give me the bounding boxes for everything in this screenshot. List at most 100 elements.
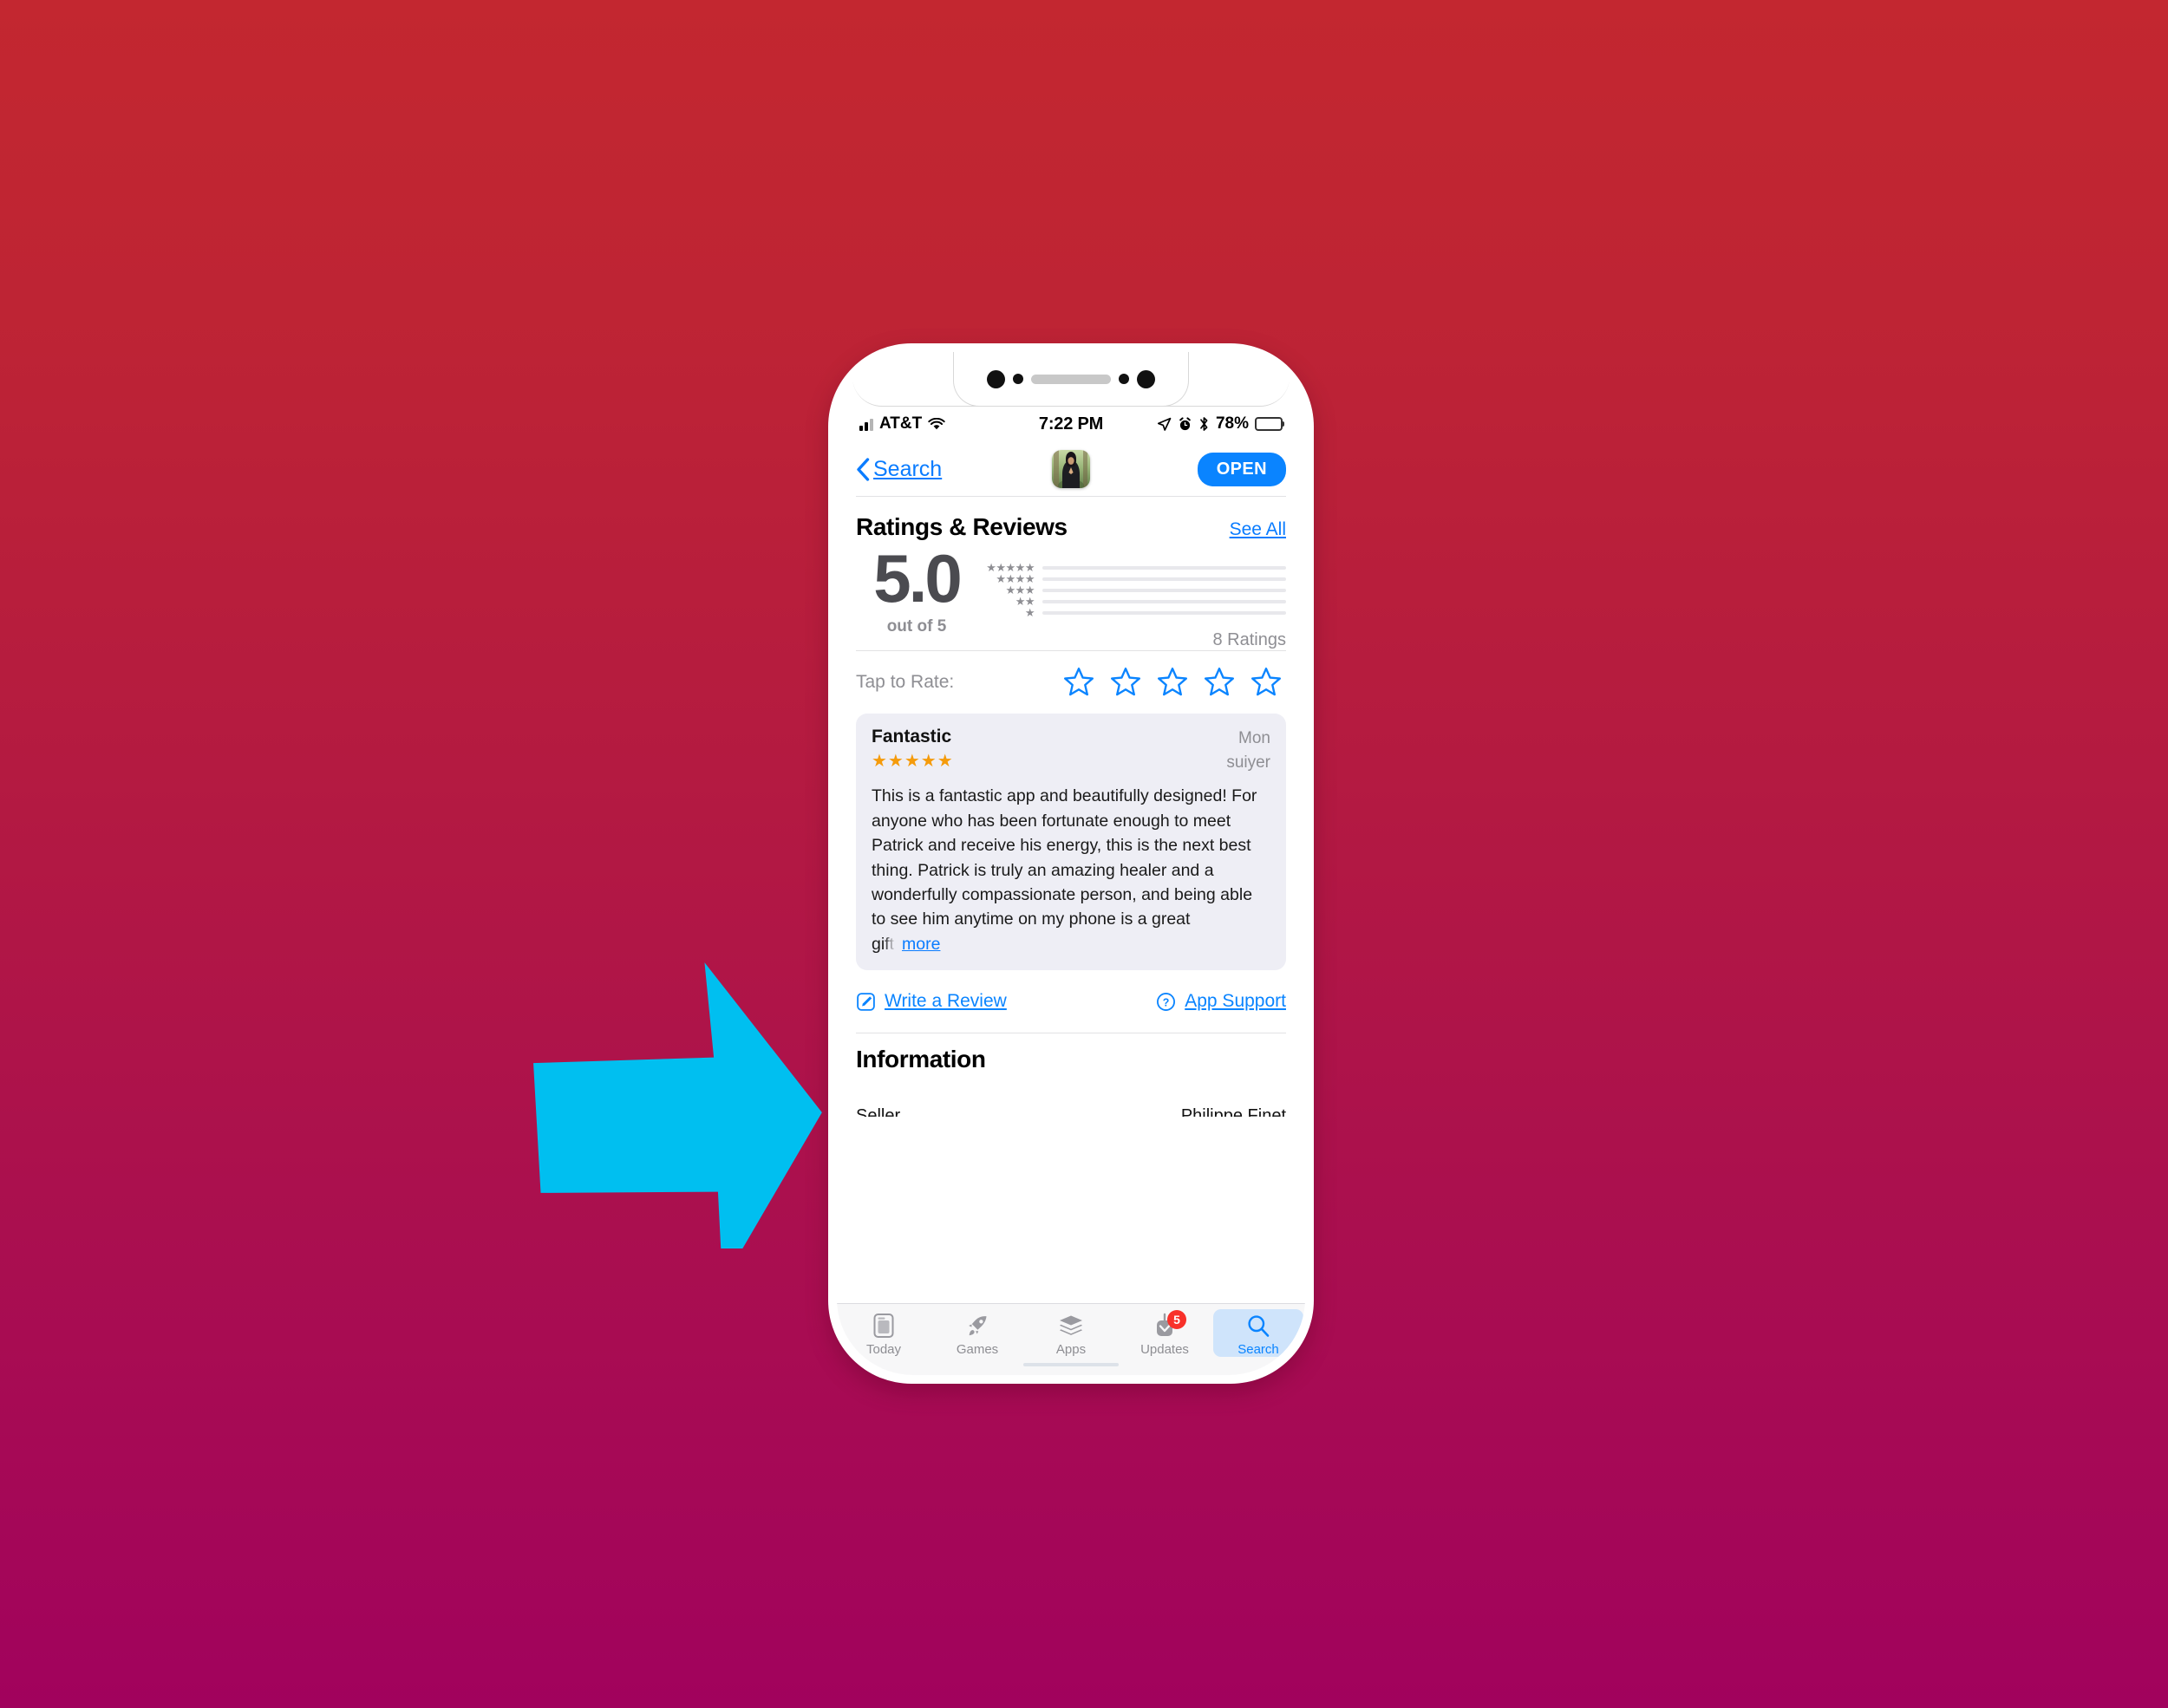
review-more-link[interactable]: more — [902, 932, 940, 956]
histogram-row: ★★ — [977, 596, 1286, 607]
carrier-label: AT&T — [879, 414, 923, 433]
phone-bezel: AT&T 7:22 PM 78% Search OPEN Ratings & R… — [837, 352, 1305, 1375]
histogram-stars: ★ — [1024, 606, 1035, 619]
arrow-shape — [533, 962, 822, 1248]
histogram-track — [1042, 599, 1286, 603]
review-title: Fantastic — [872, 727, 952, 746]
review-star-rating: ★★★★★ — [872, 752, 954, 771]
tab-apps[interactable]: Apps — [1026, 1309, 1116, 1357]
review-header: Fantastic ★★★★★ Mon suiyer — [872, 727, 1270, 774]
ratings-section-title: Ratings & Reviews — [856, 513, 1068, 540]
app-store-nav-bar: Search OPEN — [837, 442, 1305, 496]
ratings-header: Ratings & Reviews See All — [856, 513, 1286, 541]
tab-games-label: Games — [956, 1342, 999, 1357]
review-author: suiyer — [1226, 753, 1270, 772]
iphone-device-frame: AT&T 7:22 PM 78% Search OPEN Ratings & R… — [828, 343, 1314, 1384]
tab-today[interactable]: Today — [839, 1309, 929, 1357]
histogram-track — [1042, 577, 1286, 581]
cellular-signal-icon — [859, 418, 873, 431]
write-a-review-label: Write a Review — [885, 991, 1007, 1012]
histogram-track — [1042, 565, 1286, 570]
bluetooth-icon — [1200, 417, 1208, 431]
rate-star-4-icon[interactable] — [1203, 666, 1236, 699]
review-actions-row: Write a Review ? App Support — [856, 970, 1286, 1033]
histogram-row: ★ — [977, 607, 1286, 618]
battery-icon — [1255, 417, 1284, 431]
notch — [953, 352, 1189, 407]
information-row-seller: Seller Philippe Finet — [856, 1106, 1286, 1117]
open-button[interactable]: OPEN — [1197, 452, 1286, 486]
review-card[interactable]: Fantastic ★★★★★ Mon suiyer This is a fan… — [856, 714, 1286, 971]
location-arrow-icon — [1157, 417, 1172, 431]
review-title-block: Fantastic ★★★★★ — [872, 727, 954, 772]
review-meta: Mon suiyer — [1226, 727, 1270, 774]
tab-updates[interactable]: 5 Updates — [1120, 1309, 1210, 1357]
magnifier-icon — [1246, 1313, 1270, 1339]
camera-dot-icon — [987, 369, 1005, 388]
tab-apps-label: Apps — [1055, 1342, 1087, 1357]
review-date: Mon — [1238, 729, 1270, 747]
today-card-icon — [872, 1313, 895, 1339]
alarm-clock-icon — [1179, 416, 1191, 430]
earpiece-speaker — [1031, 374, 1111, 384]
stack-layers-icon — [1058, 1313, 1084, 1339]
chevron-left-icon — [857, 457, 870, 481]
app-support-button[interactable]: ? App Support — [1156, 991, 1286, 1012]
compose-icon — [857, 993, 875, 1011]
tap-to-rate-label: Tap to Rate: — [856, 672, 955, 692]
tap-to-rate-row: Tap to Rate: — [856, 651, 1286, 714]
information-row-label: Seller — [856, 1106, 901, 1118]
ratings-summary: 5.0 out of 5 ★★★★★ ★★★★ ★★★ ★★ ★ 8 Ratin… — [856, 540, 1286, 650]
battery-percent-label: 78% — [1215, 414, 1249, 433]
tab-search-label: Search — [1237, 1342, 1279, 1357]
rocket-icon — [965, 1313, 989, 1339]
review-body-text: This is a fantastic app and beautifully … — [872, 786, 1257, 929]
status-bar-clock: 7:22 PM — [1038, 414, 1104, 434]
see-all-link[interactable]: See All — [1230, 519, 1286, 540]
tab-updates-label: Updates — [1140, 1342, 1189, 1357]
rate-star-3-icon[interactable] — [1156, 666, 1189, 699]
rating-histogram: ★★★★★ ★★★★ ★★★ ★★ ★ 8 Ratings — [977, 546, 1286, 650]
review-body-last-line: gift more — [872, 932, 1270, 956]
sensor-dot-icon — [1013, 374, 1023, 384]
information-row-value: Philippe Finet — [1180, 1106, 1286, 1118]
status-bar-right: 78% — [1103, 414, 1284, 434]
app-icon-artwork — [1052, 450, 1090, 488]
rate-star-2-icon[interactable] — [1109, 666, 1142, 699]
tab-today-label: Today — [865, 1342, 902, 1357]
status-bar-left: AT&T — [859, 414, 1039, 434]
average-score-value: 5.0 — [873, 540, 962, 616]
tab-games[interactable]: Games — [932, 1309, 1022, 1357]
svg-text:?: ? — [1163, 996, 1170, 1008]
information-section-title: Information — [856, 1046, 986, 1073]
write-a-review-button[interactable]: Write a Review — [856, 991, 1156, 1012]
sensor-dot-2-icon — [1119, 374, 1129, 384]
tap-to-rate-stars — [954, 666, 1286, 699]
out-of-label: out of 5 — [886, 617, 947, 636]
average-score-block: 5.0 out of 5 — [856, 540, 977, 636]
status-bar: AT&T 7:22 PM 78% — [837, 406, 1305, 442]
phone-screen: AT&T 7:22 PM 78% Search OPEN Ratings & R… — [837, 352, 1305, 1375]
app-support-label: App Support — [1185, 991, 1286, 1012]
question-circle-icon: ? — [1157, 992, 1176, 1011]
back-to-search-button[interactable]: Search — [856, 457, 1052, 482]
ratings-count-label: 8 Ratings — [1212, 630, 1287, 649]
download-arrow-icon: 5 — [1153, 1310, 1186, 1339]
camera-dot-2-icon — [1137, 369, 1155, 388]
histogram-track — [1042, 610, 1286, 615]
information-section: Information Seller Philippe Finet — [856, 1046, 1286, 1117]
app-detail-content: Ratings & Reviews See All 5.0 out of 5 ★… — [837, 496, 1305, 1309]
divider — [856, 496, 1286, 497]
back-label: Search — [873, 456, 943, 481]
rate-star-1-icon[interactable] — [1062, 666, 1095, 699]
home-indicator — [1023, 1363, 1119, 1366]
review-body-faded-tail: gift — [872, 934, 895, 954]
app-icon[interactable] — [1052, 450, 1090, 488]
rate-star-5-icon[interactable] — [1250, 666, 1283, 699]
review-body: This is a fantastic app and beautifully … — [872, 784, 1270, 956]
wifi-icon — [928, 417, 945, 429]
tab-search[interactable]: Search — [1213, 1309, 1303, 1357]
histogram-track — [1042, 588, 1286, 592]
nav-bar-right: OPEN — [1090, 452, 1286, 486]
updates-badge: 5 — [1167, 1310, 1186, 1329]
